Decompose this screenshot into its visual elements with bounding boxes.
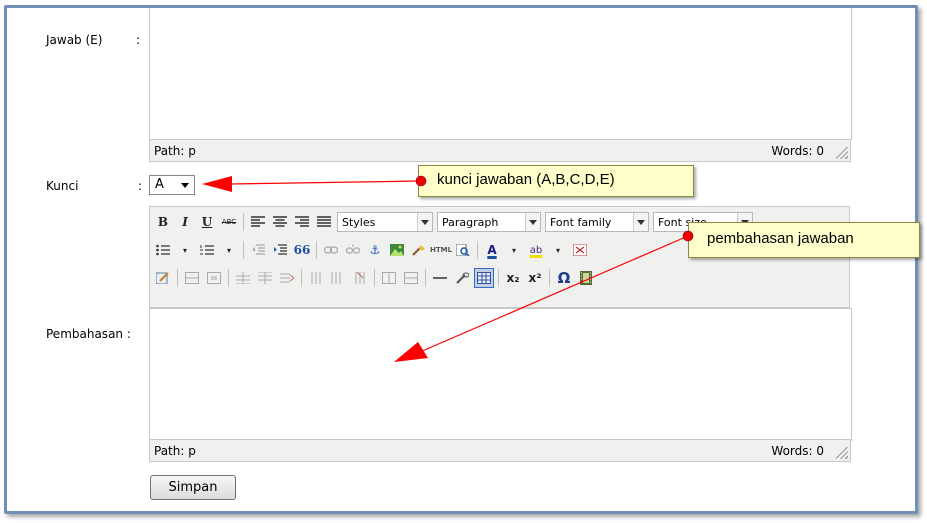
- kunci-arrow-dot: [415, 175, 427, 187]
- pembahasan-arrow-dot: [682, 230, 694, 242]
- annotation-dots: [415, 175, 694, 242]
